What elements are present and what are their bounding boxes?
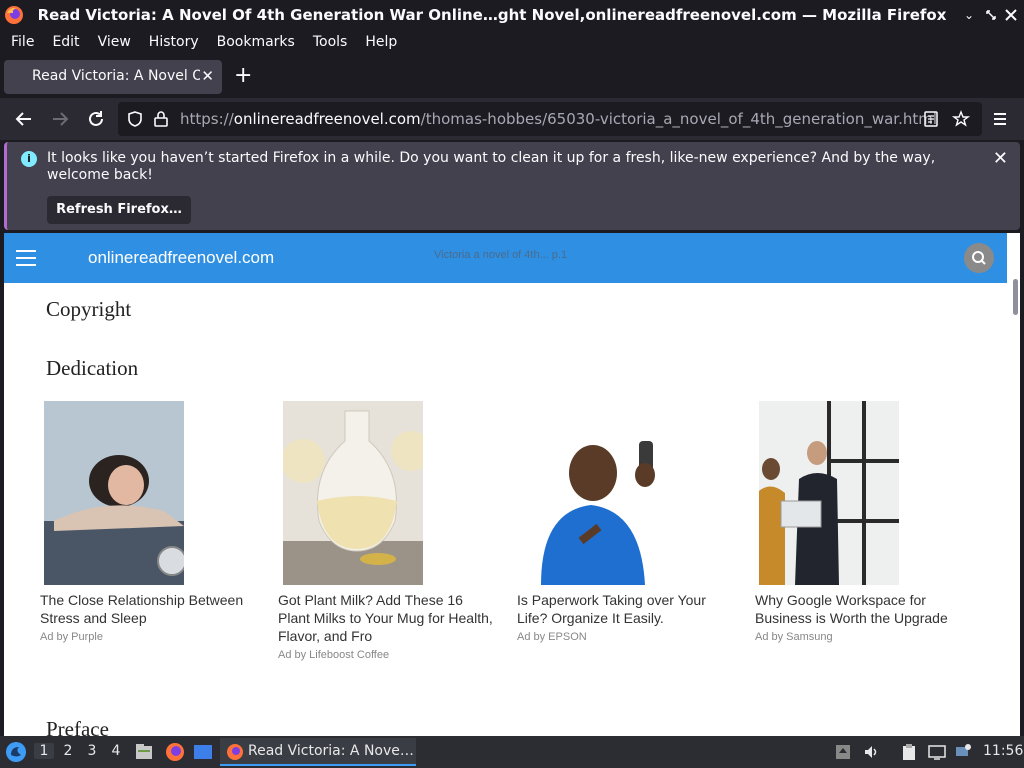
- menu-file[interactable]: File: [2, 31, 43, 53]
- ad-title[interactable]: Got Plant Milk? Add These 16 Plant Milks…: [278, 591, 493, 645]
- window-titlebar: Read Victoria: A Novel Of 4th Generation…: [0, 0, 1024, 30]
- taskbar-firefox-window[interactable]: Read Victoria: A Nove…: [220, 738, 416, 766]
- chapter-info: Victoria a novel of 4th... p.1: [434, 249, 568, 261]
- shield-icon[interactable]: [126, 110, 144, 128]
- url-text: https://onlinereadfreenovel.com/thomas-h…: [180, 110, 937, 128]
- new-tab-icon[interactable]: +: [234, 65, 252, 87]
- workspace-4[interactable]: 4: [106, 743, 126, 759]
- page-scrollbar[interactable]: [1010, 233, 1020, 736]
- menu-bar: File Edit View History Bookmarks Tools H…: [0, 30, 1024, 54]
- ad-image-workspace[interactable]: [759, 401, 899, 585]
- url-path: /thomas-hobbes/65030-victoria_a_novel_of…: [420, 110, 938, 128]
- firefox-task-icon: [227, 744, 243, 760]
- workspace-3[interactable]: 3: [82, 743, 102, 759]
- site-header: onlinereadfreenovel.com Victoria a novel…: [4, 233, 1007, 283]
- navigation-toolbar: https://onlinereadfreenovel.com/thomas-h…: [0, 98, 1024, 140]
- firefox-launcher-icon[interactable]: [164, 741, 186, 763]
- menu-edit[interactable]: Edit: [43, 31, 88, 53]
- tab-active[interactable]: Read Victoria: A Novel Of 4th ✕: [4, 60, 222, 94]
- tab-label: Read Victoria: A Novel Of 4th: [32, 68, 200, 84]
- network-icon[interactable]: [954, 743, 972, 761]
- ad-card[interactable]: Got Plant Milk? Add These 16 Plant Milks…: [278, 401, 493, 661]
- url-host: onlinereadfreenovel.com: [233, 110, 421, 128]
- ad-source: Ad by EPSON: [517, 631, 587, 643]
- window-title: Read Victoria: A Novel Of 4th Generation…: [37, 6, 947, 24]
- ad-source: Ad by Purple: [40, 631, 103, 643]
- file-manager-icon[interactable]: [134, 742, 154, 762]
- bookmark-star-icon[interactable]: [952, 110, 970, 128]
- ad-card[interactable]: Why Google Workspace for Business is Wor…: [755, 401, 970, 643]
- workspace-1[interactable]: 1: [34, 743, 54, 759]
- upload-tray-icon[interactable]: [834, 743, 852, 761]
- menu-help[interactable]: Help: [356, 31, 406, 53]
- menu-bookmarks[interactable]: Bookmarks: [208, 31, 304, 53]
- notification-message: It looks like you haven’t started Firefo…: [47, 150, 936, 183]
- close-notification-icon[interactable]: ✕: [993, 148, 1008, 169]
- tab-strip: Read Victoria: A Novel Of 4th ✕ +: [0, 56, 1024, 98]
- clipboard-icon[interactable]: [900, 743, 918, 761]
- ad-card[interactable]: The Close Relationship Between Stress an…: [40, 401, 255, 643]
- site-name-link[interactable]: onlinereadfreenovel.com: [88, 248, 274, 268]
- app-menu-icon[interactable]: [988, 107, 1012, 131]
- info-icon: i: [21, 151, 37, 167]
- scrollbar-thumb[interactable]: [1013, 279, 1018, 315]
- volume-icon[interactable]: [862, 743, 880, 761]
- firefox-logo-icon: [5, 6, 23, 24]
- close-window-icon[interactable]: [1004, 8, 1018, 22]
- web-page: onlinereadfreenovel.com Victoria a novel…: [4, 233, 1020, 736]
- ad-image-sleep[interactable]: [44, 401, 184, 585]
- back-icon[interactable]: [12, 107, 36, 131]
- toc-copyright-link[interactable]: Copyright: [46, 297, 131, 322]
- ad-image-plant-milk[interactable]: [283, 401, 423, 585]
- ad-title[interactable]: The Close Relationship Between Stress an…: [40, 591, 255, 627]
- reader-view-icon[interactable]: [922, 110, 940, 128]
- search-icon[interactable]: [964, 243, 994, 273]
- toc-dedication-link[interactable]: Dedication: [46, 356, 138, 381]
- restore-icon[interactable]: [984, 8, 998, 22]
- ad-source: Ad by Samsung: [755, 631, 833, 643]
- url-scheme: https://: [180, 110, 234, 128]
- ad-title[interactable]: Why Google Workspace for Business is Wor…: [755, 591, 970, 627]
- ad-card[interactable]: Is Paperwork Taking over Your Life? Orga…: [517, 401, 732, 643]
- tab-close-icon[interactable]: ✕: [201, 67, 214, 85]
- desktop-icon[interactable]: [193, 742, 213, 762]
- ad-title[interactable]: Is Paperwork Taking over Your Life? Orga…: [517, 591, 732, 627]
- menu-tools[interactable]: Tools: [304, 31, 357, 53]
- refresh-notification: i It looks like you haven’t started Fire…: [4, 142, 1020, 230]
- display-icon[interactable]: [928, 743, 946, 761]
- task-label: Read Victoria: A Nove…: [248, 743, 414, 759]
- url-bar[interactable]: https://onlinereadfreenovel.com/thomas-h…: [118, 102, 982, 136]
- menu-view[interactable]: View: [89, 31, 140, 53]
- start-menu-icon[interactable]: [5, 741, 27, 763]
- clock: 11:56: [983, 743, 1024, 759]
- lock-icon[interactable]: [152, 110, 170, 128]
- reload-icon[interactable]: [84, 107, 108, 131]
- refresh-firefox-button[interactable]: Refresh Firefox…: [47, 196, 191, 224]
- toc-preface-link[interactable]: Preface: [46, 717, 109, 736]
- forward-icon[interactable]: [48, 107, 72, 131]
- taskbar: 1 2 3 4 Read Victoria: A Nove… 11:56: [0, 736, 1024, 768]
- hamburger-menu-icon[interactable]: [16, 250, 36, 266]
- ad-image-epson[interactable]: [521, 401, 661, 585]
- menu-history[interactable]: History: [140, 31, 208, 53]
- workspace-2[interactable]: 2: [58, 743, 78, 759]
- ad-source: Ad by Lifeboost Coffee: [278, 649, 390, 661]
- minimize-icon[interactable]: ⌄: [962, 8, 976, 22]
